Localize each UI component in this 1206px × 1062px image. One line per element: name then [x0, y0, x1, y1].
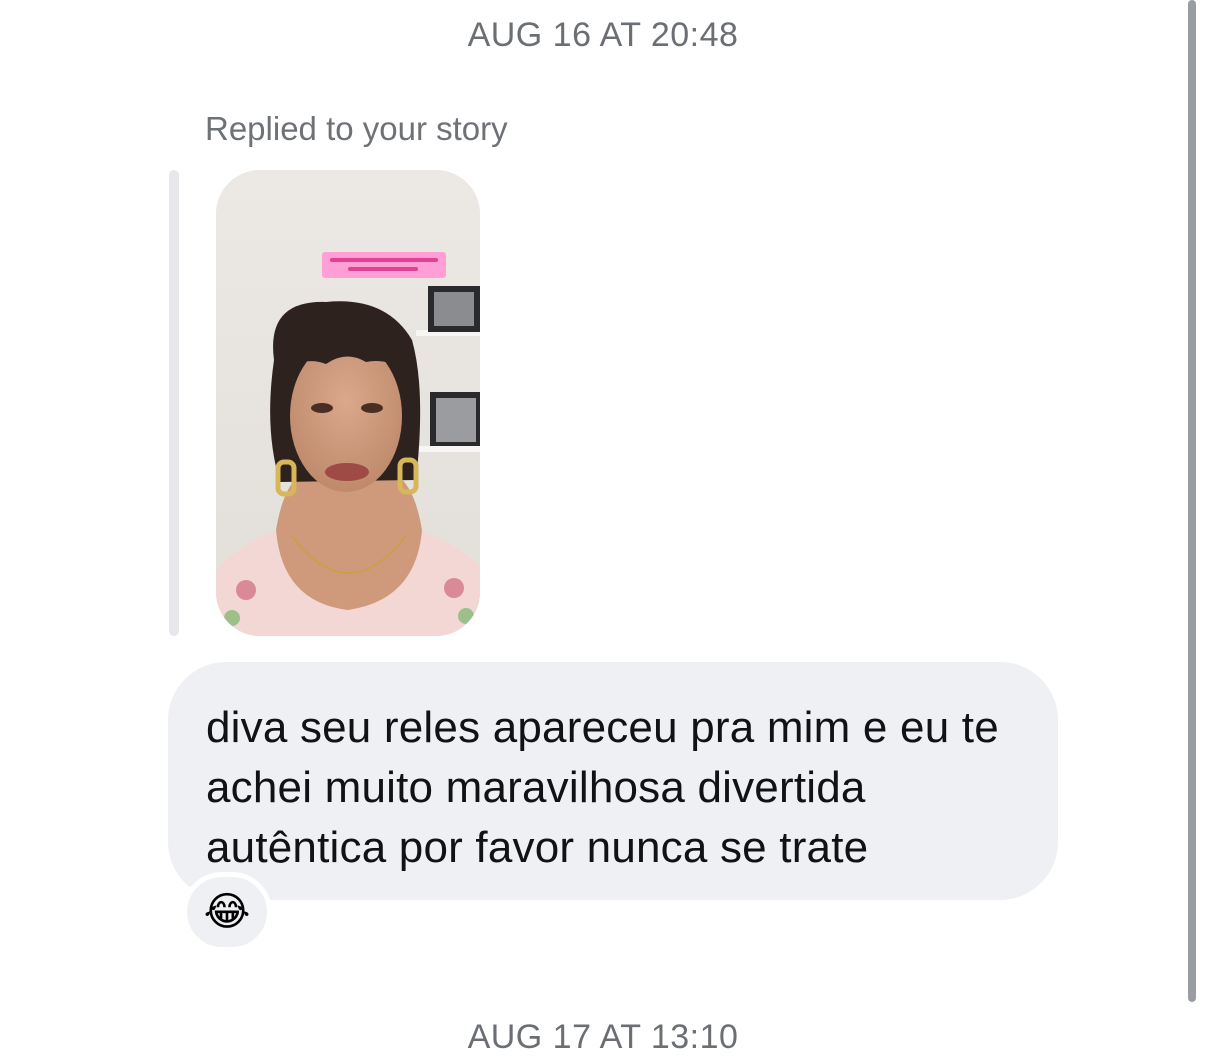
reply-quote-bar — [169, 170, 179, 636]
reaction-emoji-laughing[interactable]: 😂 — [182, 872, 272, 952]
dm-thread: AUG 16 AT 20:48 Replied to your story di… — [0, 0, 1206, 1062]
message-text: diva seu reles apareceu pra mim e eu te … — [206, 703, 999, 872]
scrollbar[interactable] — [1188, 0, 1196, 1002]
story-image — [216, 170, 480, 636]
replied-to-story-label: Replied to your story — [205, 110, 508, 147]
timestamp-footer: AUG 17 AT 13:10 — [467, 1018, 739, 1056]
timestamp-header: AUG 16 AT 20:48 — [467, 16, 739, 54]
message-bubble[interactable]: diva seu reles apareceu pra mim e eu te … — [168, 662, 1058, 900]
story-thumbnail[interactable] — [216, 170, 480, 636]
